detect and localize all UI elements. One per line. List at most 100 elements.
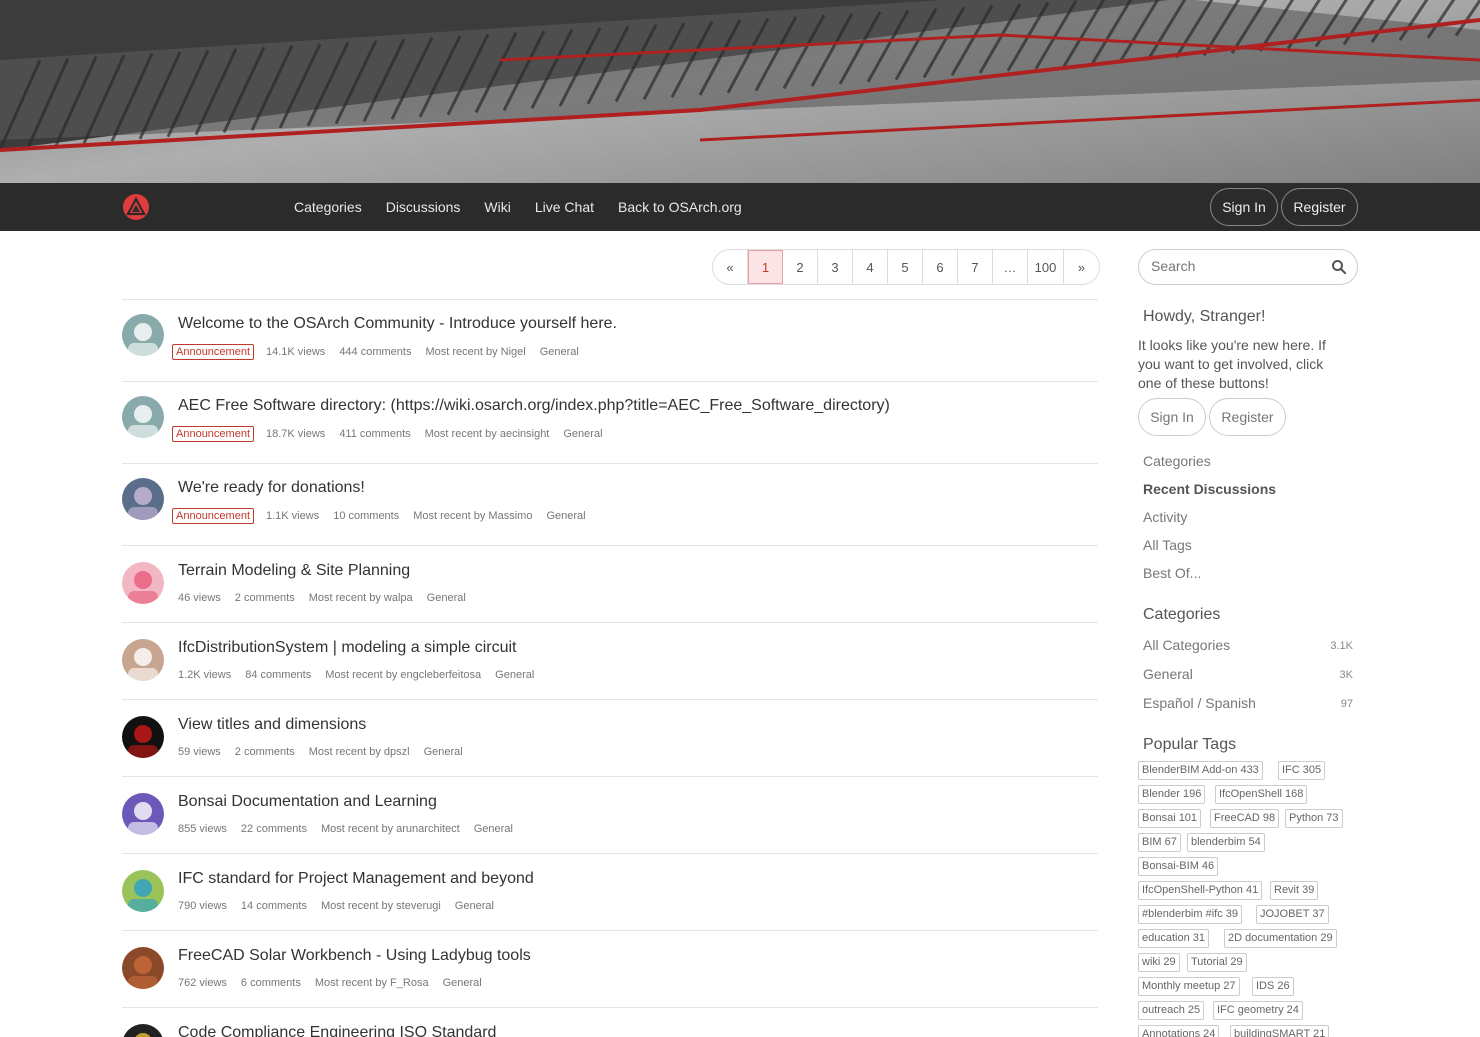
sidebar-link-activity[interactable]: Activity (1143, 509, 1187, 525)
page-button[interactable]: » (1064, 250, 1099, 284)
page-button[interactable]: « (713, 250, 748, 284)
discussion-category[interactable]: General (540, 346, 579, 358)
discussion-category[interactable]: General (427, 592, 466, 604)
osarch-logo-icon[interactable] (122, 193, 150, 221)
tag-chip[interactable]: Monthly meetup 27 (1138, 977, 1240, 996)
user-avatar[interactable] (122, 947, 164, 989)
tag-chip[interactable]: IfcOpenShell-Python 41 (1138, 881, 1263, 900)
announcement-badge[interactable]: Announcement (172, 426, 254, 442)
tag-chip[interactable]: outreach 25 (1138, 1001, 1205, 1020)
tag-chip[interactable]: BIM 67 (1138, 833, 1181, 852)
tag-chip[interactable]: 2D documentation 29 (1224, 929, 1337, 948)
nav-link-live-chat[interactable]: Live Chat (535, 199, 594, 215)
tag-chip[interactable]: Tutorial 29 (1187, 953, 1247, 972)
page-button[interactable]: 1 (748, 250, 783, 284)
discussion-comments: 22 comments (240, 823, 307, 835)
tag-chip[interactable]: buildingSMART 21 (1230, 1025, 1330, 1037)
tag-chip[interactable]: #blenderbim #ifc 39 (1138, 905, 1243, 924)
tag-chip[interactable]: Annotations 24 (1138, 1025, 1220, 1037)
tag-chip[interactable]: wiki 29 (1138, 953, 1180, 972)
page-button[interactable]: 2 (783, 250, 818, 284)
discussion-recent[interactable]: Most recent by engcleberfeitosa (325, 669, 481, 681)
discussion-title[interactable]: AEC Free Software directory: (https://wi… (178, 397, 890, 415)
discussion-title[interactable]: FreeCAD Solar Workbench - Using Ladybug … (178, 947, 531, 965)
discussion-recent[interactable]: Most recent by steverugi (321, 900, 441, 912)
sidebar-link-recent-discussions[interactable]: Recent Discussions (1143, 481, 1276, 497)
discussion-title[interactable]: IFC standard for Project Management and … (178, 870, 534, 888)
nav-link-categories[interactable]: Categories (294, 199, 362, 215)
categories-heading: Categories (1143, 606, 1221, 623)
discussion-category[interactable]: General (546, 510, 585, 522)
discussion-title[interactable]: Bonsai Documentation and Learning (178, 793, 437, 811)
discussion-category[interactable]: General (474, 823, 513, 835)
search-icon[interactable] (1331, 259, 1347, 275)
discussion-recent[interactable]: Most recent by aecinsight (425, 428, 550, 440)
tag-chip[interactable]: Blender 196 (1138, 785, 1206, 804)
category-link[interactable]: All Categories (1143, 637, 1230, 653)
nav-register-button[interactable]: Register (1281, 188, 1358, 226)
user-avatar[interactable] (122, 793, 164, 835)
user-avatar[interactable] (122, 1024, 164, 1037)
user-avatar[interactable] (122, 716, 164, 758)
tag-chip[interactable]: Python 73 (1285, 809, 1343, 828)
tag-chip[interactable]: IFC 305 (1278, 761, 1326, 780)
tag-chip[interactable]: JOJOBET 37 (1256, 905, 1329, 924)
tag-chip[interactable]: FreeCAD 98 (1210, 809, 1280, 828)
category-link[interactable]: Español / Spanish (1143, 695, 1256, 711)
user-avatar[interactable] (122, 314, 164, 356)
nav-sign-in-button[interactable]: Sign In (1210, 188, 1278, 226)
user-avatar[interactable] (122, 870, 164, 912)
sidebar-link-all-tags[interactable]: All Tags (1143, 537, 1192, 553)
discussion-category[interactable]: General (455, 900, 494, 912)
discussion-title[interactable]: We're ready for donations! (178, 479, 365, 497)
discussion-recent[interactable]: Most recent by dpszl (309, 746, 410, 758)
sidebar-sign-in-button[interactable]: Sign In (1138, 398, 1206, 436)
discussion-recent[interactable]: Most recent by walpa (309, 592, 413, 604)
discussion-category[interactable]: General (424, 746, 463, 758)
page-button[interactable]: 100 (1028, 250, 1064, 284)
nav-link-back-to-osarch-org[interactable]: Back to OSArch.org (618, 199, 742, 215)
sidebar-link-best-of-[interactable]: Best Of... (1143, 565, 1201, 581)
tag-chip[interactable]: education 31 (1138, 929, 1209, 948)
page-button[interactable]: 7 (958, 250, 993, 284)
tag-chip[interactable]: BlenderBIM Add-on 433 (1138, 761, 1263, 780)
announcement-badge[interactable]: Announcement (172, 508, 254, 524)
tag-chip[interactable]: Bonsai 101 (1138, 809, 1202, 828)
search-input[interactable] (1151, 258, 1321, 274)
tag-chip[interactable]: IfcOpenShell 168 (1215, 785, 1308, 804)
discussion-title[interactable]: Code Compliance Engineering ISO Standard (178, 1024, 496, 1037)
page-button[interactable]: 3 (818, 250, 853, 284)
user-avatar[interactable] (122, 478, 164, 520)
discussion-category[interactable]: General (563, 428, 602, 440)
nav-link-wiki[interactable]: Wiki (484, 199, 510, 215)
discussion-category[interactable]: General (495, 669, 534, 681)
announcement-badge[interactable]: Announcement (172, 344, 254, 360)
discussion-recent[interactable]: Most recent by arunarchitect (321, 823, 460, 835)
user-avatar[interactable] (122, 562, 164, 604)
category-link[interactable]: General (1143, 666, 1193, 682)
page-button[interactable]: 4 (853, 250, 888, 284)
sidebar-register-button[interactable]: Register (1209, 398, 1286, 436)
page-button[interactable]: 5 (888, 250, 923, 284)
discussion-title[interactable]: Terrain Modeling & Site Planning (178, 562, 410, 580)
discussion-title[interactable]: IfcDistributionSystem | modeling a simpl… (178, 639, 517, 657)
tag-chip[interactable]: IDS 26 (1252, 977, 1294, 996)
pagination: «1 2 3 4 5 6 7… 100» (712, 249, 1100, 285)
tag-chip[interactable]: blenderbim 54 (1187, 833, 1265, 852)
tag-chip[interactable]: Bonsai-BIM 46 (1138, 857, 1219, 876)
sidebar-link-categories[interactable]: Categories (1143, 453, 1211, 469)
user-avatar[interactable] (122, 639, 164, 681)
page-button[interactable]: … (993, 250, 1028, 284)
tag-chip[interactable]: Revit 39 (1270, 881, 1319, 900)
user-avatar[interactable] (122, 396, 164, 438)
category-count: 3K (1339, 669, 1353, 681)
discussion-recent[interactable]: Most recent by Nigel (425, 346, 525, 358)
discussion-category[interactable]: General (443, 977, 482, 989)
page-button[interactable]: 6 (923, 250, 958, 284)
discussion-title[interactable]: Welcome to the OSArch Community - Introd… (178, 315, 617, 333)
nav-link-discussions[interactable]: Discussions (386, 199, 461, 215)
tag-chip[interactable]: IFC geometry 24 (1213, 1001, 1303, 1020)
discussion-title[interactable]: View titles and dimensions (178, 716, 366, 734)
discussion-recent[interactable]: Most recent by Massimo (413, 510, 532, 522)
discussion-recent[interactable]: Most recent by F_Rosa (315, 977, 429, 989)
